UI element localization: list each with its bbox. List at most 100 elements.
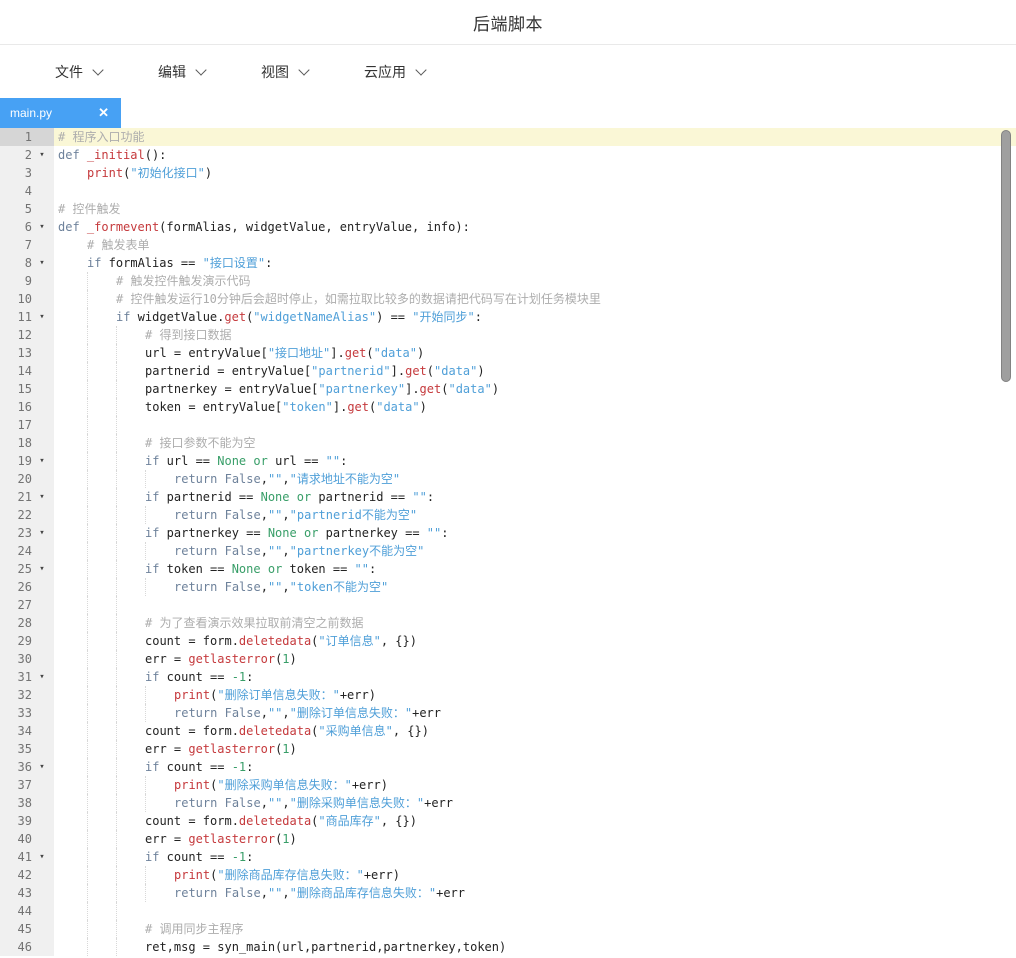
code-token: count = form. bbox=[145, 634, 239, 648]
fold-arrow-icon[interactable]: ▾ bbox=[32, 848, 52, 866]
close-icon[interactable]: ✕ bbox=[96, 105, 111, 121]
fold-spacer bbox=[32, 434, 52, 452]
fold-arrow-icon[interactable]: ▾ bbox=[32, 560, 52, 578]
fold-arrow-icon[interactable]: ▾ bbox=[32, 254, 52, 272]
code-token: print bbox=[174, 868, 210, 882]
code-line[interactable]: 5# 控件触发 bbox=[0, 200, 1016, 218]
code-line[interactable]: 39count = form.deletedata("商品库存", {}) bbox=[0, 812, 1016, 830]
menu-item-4[interactable]: 云应用 bbox=[364, 62, 425, 82]
code-line[interactable]: 34count = form.deletedata("采购单信息", {}) bbox=[0, 722, 1016, 740]
code-line[interactable]: 19▾if url == None or url == "": bbox=[0, 452, 1016, 470]
code-line[interactable]: 42print("删除商品库存信息失败："+err) bbox=[0, 866, 1016, 884]
code-token: or bbox=[304, 526, 318, 540]
code-editor[interactable]: 1# 程序入口功能2▾def _initial():3print("初始化接口"… bbox=[0, 128, 1016, 958]
line-number: 40 bbox=[0, 830, 32, 848]
code-token: # 控件触发 bbox=[58, 202, 120, 216]
line-number: 19 bbox=[0, 452, 32, 470]
fold-arrow-icon[interactable]: ▾ bbox=[32, 308, 52, 326]
line-number: 4 bbox=[0, 182, 32, 200]
code-token: (): bbox=[145, 148, 167, 162]
fold-arrow-icon[interactable]: ▾ bbox=[32, 218, 52, 236]
fold-arrow-icon[interactable]: ▾ bbox=[32, 668, 52, 686]
line-gutter: 41▾ bbox=[0, 848, 54, 866]
menu-item-3[interactable]: 视图 bbox=[261, 62, 308, 82]
code-line[interactable]: 22return False,"","partnerid不能为空" bbox=[0, 506, 1016, 524]
code-line[interactable]: 43return False,"","删除商品库存信息失败："+err bbox=[0, 884, 1016, 902]
indent-space bbox=[58, 560, 87, 578]
code-line[interactable]: 9# 触发控件触发演示代码 bbox=[0, 272, 1016, 290]
code-line[interactable]: 8▾if formAlias == "接口设置": bbox=[0, 254, 1016, 272]
code-line[interactable]: 38return False,"","删除采购单信息失败："+err bbox=[0, 794, 1016, 812]
code-line[interactable]: 25▾if token == None or token == "": bbox=[0, 560, 1016, 578]
code-line[interactable]: 44 bbox=[0, 902, 1016, 920]
code-line[interactable]: 15partnerkey = entryValue["partnerkey"].… bbox=[0, 380, 1016, 398]
fold-arrow-icon[interactable]: ▾ bbox=[32, 758, 52, 776]
code-line[interactable]: 36▾if count == -1: bbox=[0, 758, 1016, 776]
code-line[interactable]: 30err = getlasterror(1) bbox=[0, 650, 1016, 668]
indent-guide bbox=[87, 326, 116, 344]
indent-guide bbox=[116, 812, 145, 830]
fold-arrow-icon[interactable]: ▾ bbox=[32, 452, 52, 470]
code-line[interactable]: 29count = form.deletedata("订单信息", {}) bbox=[0, 632, 1016, 650]
indent-space bbox=[58, 362, 87, 380]
code-line[interactable]: 32print("删除订单信息失败："+err) bbox=[0, 686, 1016, 704]
code-token: "partnerid不能为空" bbox=[290, 508, 417, 522]
code-line[interactable]: 16token = entryValue["token"].get("data"… bbox=[0, 398, 1016, 416]
code-line[interactable]: 46ret,msg = syn_main(url,partnerid,partn… bbox=[0, 938, 1016, 956]
code-line[interactable]: 7# 触发表单 bbox=[0, 236, 1016, 254]
line-gutter: 10 bbox=[0, 290, 54, 308]
code-line[interactable]: 37print("删除采购单信息失败："+err) bbox=[0, 776, 1016, 794]
code-line[interactable]: 10# 控件触发运行10分钟后会超时停止，如需拉取比较多的数据请把代码写在计划任… bbox=[0, 290, 1016, 308]
indent-guide bbox=[116, 794, 145, 812]
indent-space bbox=[58, 704, 87, 722]
code-line[interactable]: 26return False,"","token不能为空" bbox=[0, 578, 1016, 596]
code-line[interactable]: 1# 程序入口功能 bbox=[0, 128, 1016, 146]
code-line[interactable]: 6▾def _formevent(formAlias, widgetValue,… bbox=[0, 218, 1016, 236]
line-number: 14 bbox=[0, 362, 32, 380]
line-gutter: 29 bbox=[0, 632, 54, 650]
indent-guide bbox=[116, 542, 145, 560]
vertical-scrollbar-thumb[interactable] bbox=[1001, 130, 1011, 382]
code-line[interactable]: 41▾if count == -1: bbox=[0, 848, 1016, 866]
indent-guide bbox=[87, 578, 116, 596]
code-line[interactable]: 3print("初始化接口") bbox=[0, 164, 1016, 182]
code-line[interactable]: 13url = entryValue["接口地址"].get("data") bbox=[0, 344, 1016, 362]
code-line[interactable]: 35err = getlasterror(1) bbox=[0, 740, 1016, 758]
code-line[interactable]: 12# 得到接口数据 bbox=[0, 326, 1016, 344]
code-line[interactable]: 18# 接口参数不能为空 bbox=[0, 434, 1016, 452]
tab-main-py[interactable]: main.py ✕ bbox=[0, 98, 121, 128]
code-line[interactable]: 20return False,"","请求地址不能为空" bbox=[0, 470, 1016, 488]
code-token: : bbox=[441, 526, 448, 540]
code-line[interactable]: 2▾def _initial(): bbox=[0, 146, 1016, 164]
code-line[interactable]: 4 bbox=[0, 182, 1016, 200]
code-token: err = bbox=[145, 832, 188, 846]
code-line[interactable]: 28# 为了查看演示效果拉取前清空之前数据 bbox=[0, 614, 1016, 632]
code-line[interactable]: 11▾if widgetValue.get("widgetNameAlias")… bbox=[0, 308, 1016, 326]
line-gutter: 27 bbox=[0, 596, 54, 614]
fold-spacer bbox=[32, 128, 52, 146]
indent-space bbox=[58, 650, 87, 668]
code-token: # 接口参数不能为空 bbox=[145, 436, 255, 450]
code-line[interactable]: 14partnerid = entryValue["partnerid"].ge… bbox=[0, 362, 1016, 380]
chevron-down-icon bbox=[415, 64, 426, 75]
code-line[interactable]: 33return False,"","删除订单信息失败："+err bbox=[0, 704, 1016, 722]
code-line[interactable]: 31▾if count == -1: bbox=[0, 668, 1016, 686]
code-line[interactable]: 24return False,"","partnerkey不能为空" bbox=[0, 542, 1016, 560]
line-gutter: 26 bbox=[0, 578, 54, 596]
fold-arrow-icon[interactable]: ▾ bbox=[32, 524, 52, 542]
code-line[interactable]: 21▾if partnerid == None or partnerid == … bbox=[0, 488, 1016, 506]
code-line[interactable]: 45# 调用同步主程序 bbox=[0, 920, 1016, 938]
code-line[interactable]: 17 bbox=[0, 416, 1016, 434]
fold-arrow-icon[interactable]: ▾ bbox=[32, 488, 52, 506]
menu-item-2[interactable]: 编辑 bbox=[158, 62, 205, 82]
code-token: "采购单信息" bbox=[318, 724, 392, 738]
fold-arrow-icon[interactable]: ▾ bbox=[32, 146, 52, 164]
code-token: "删除订单信息失败：" bbox=[290, 706, 412, 720]
code-token: count = form. bbox=[145, 814, 239, 828]
menu-item-1[interactable]: 文件 bbox=[55, 62, 102, 82]
code-token: "" bbox=[412, 490, 426, 504]
indent-guide bbox=[116, 866, 145, 884]
code-line[interactable]: 27 bbox=[0, 596, 1016, 614]
code-line[interactable]: 40err = getlasterror(1) bbox=[0, 830, 1016, 848]
code-line[interactable]: 23▾if partnerkey == None or partnerkey =… bbox=[0, 524, 1016, 542]
